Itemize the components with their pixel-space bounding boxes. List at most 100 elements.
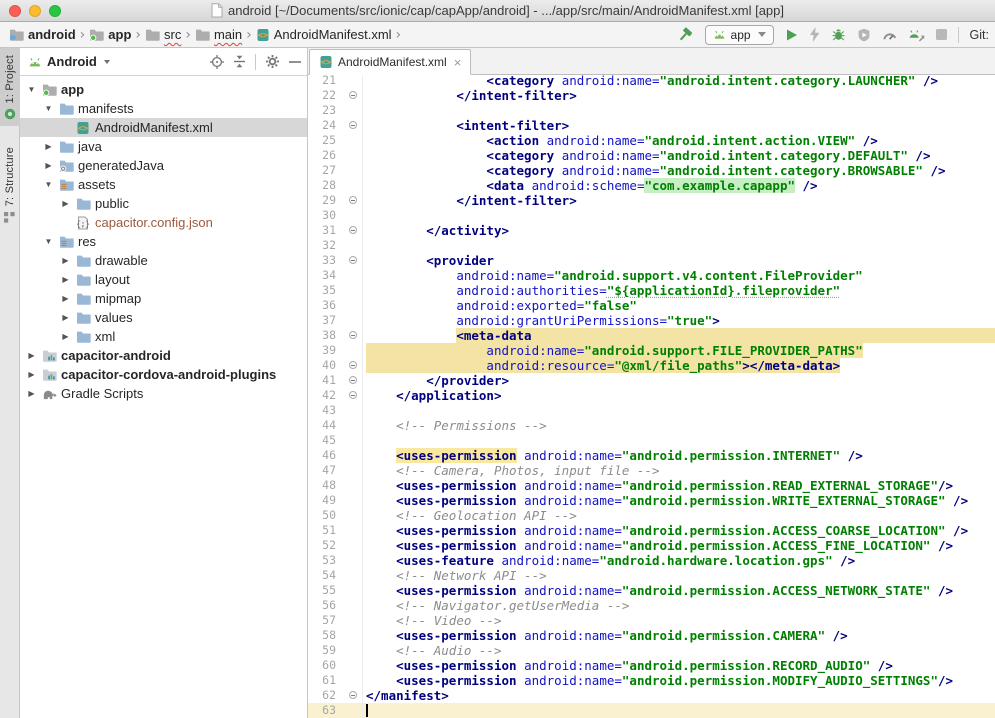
tree-item-mipmap[interactable]: ▶mipmap [20, 289, 307, 308]
code-line-32[interactable]: 32 [308, 238, 995, 253]
code-line-49[interactable]: 49 <uses-permission android:name="androi… [308, 493, 995, 508]
profiler-button[interactable] [882, 28, 897, 41]
code-line-53[interactable]: 53 <uses-feature android:name="android.h… [308, 553, 995, 568]
code-line-63[interactable]: 63 [308, 703, 995, 718]
tree-item-java[interactable]: ▶java [20, 137, 307, 156]
fold-marker-icon[interactable] [349, 691, 357, 699]
settings-gear-button[interactable] [265, 54, 280, 69]
zoom-window-button[interactable] [49, 5, 61, 17]
code-line-55[interactable]: 55 <uses-permission android:name="androi… [308, 583, 995, 598]
code-line-28[interactable]: 28 <data android:scheme="com.example.cap… [308, 178, 995, 193]
expand-arrow-icon[interactable]: ▶ [26, 389, 37, 398]
expand-arrow-icon[interactable]: ▶ [60, 199, 71, 208]
locate-file-button[interactable] [210, 55, 224, 69]
apply-changes-button[interactable] [809, 27, 820, 42]
expand-arrow-icon[interactable]: ▶ [43, 142, 54, 151]
project-view-selector[interactable]: Android [47, 54, 97, 69]
tree-item-drawable[interactable]: ▶drawable [20, 251, 307, 270]
fold-marker-icon[interactable] [349, 196, 357, 204]
breadcrumb-item-app[interactable]: app [86, 26, 134, 43]
tree-item-generatedjava[interactable]: ▶generatedJava [20, 156, 307, 175]
code-line-46[interactable]: 46 <uses-permission android:name="androi… [308, 448, 995, 463]
fold-marker-icon[interactable] [349, 91, 357, 99]
fold-marker-icon[interactable] [349, 121, 357, 129]
tree-item-layout[interactable]: ▶layout [20, 270, 307, 289]
expand-arrow-icon[interactable]: ▼ [43, 104, 54, 113]
tree-item-capacitor-android[interactable]: ▶capacitor-android [20, 346, 307, 365]
fold-marker-icon[interactable] [349, 391, 357, 399]
attach-debugger-button[interactable] [908, 28, 925, 42]
code-line-21[interactable]: 21 <category android:name="android.inten… [308, 75, 995, 88]
expand-arrow-icon[interactable]: ▶ [60, 275, 71, 284]
code-line-29[interactable]: 29 </intent-filter> [308, 193, 995, 208]
code-line-44[interactable]: 44 <!-- Permissions --> [308, 418, 995, 433]
breadcrumb-item-androidmanifest-xml[interactable]: <>AndroidManifest.xml [253, 26, 395, 43]
expand-arrow-icon[interactable]: ▶ [26, 370, 37, 379]
code-line-25[interactable]: 25 <action android:name="android.intent.… [308, 133, 995, 148]
code-line-34[interactable]: 34 android:name="android.support.v4.cont… [308, 268, 995, 283]
fold-marker-icon[interactable] [349, 331, 357, 339]
run-button[interactable] [785, 28, 798, 42]
expand-arrow-icon[interactable]: ▶ [60, 313, 71, 322]
tree-item-app[interactable]: ▼app [20, 80, 307, 99]
code-line-61[interactable]: 61 <uses-permission android:name="androi… [308, 673, 995, 688]
code-line-58[interactable]: 58 <uses-permission android:name="androi… [308, 628, 995, 643]
expand-arrow-icon[interactable]: ▼ [43, 180, 54, 189]
tree-item-manifests[interactable]: ▼manifests [20, 99, 307, 118]
expand-arrow-icon[interactable]: ▼ [26, 85, 37, 94]
code-line-31[interactable]: 31 </activity> [308, 223, 995, 238]
code-line-43[interactable]: 43 [308, 403, 995, 418]
code-line-22[interactable]: 22 </intent-filter> [308, 88, 995, 103]
code-line-30[interactable]: 30 [308, 208, 995, 223]
code-line-51[interactable]: 51 <uses-permission android:name="androi… [308, 523, 995, 538]
tree-item-capacitor-config-json[interactable]: {;}capacitor.config.json [20, 213, 307, 232]
expand-arrow-icon[interactable]: ▼ [43, 237, 54, 246]
tree-item-xml[interactable]: ▶xml [20, 327, 307, 346]
tree-item-androidmanifest-xml[interactable]: <>AndroidManifest.xml [20, 118, 307, 137]
code-line-42[interactable]: 42 </application> [308, 388, 995, 403]
code-line-33[interactable]: 33 <provider [308, 253, 995, 268]
code-line-52[interactable]: 52 <uses-permission android:name="androi… [308, 538, 995, 553]
code-line-37[interactable]: 37 android:grantUriPermissions="true"> [308, 313, 995, 328]
editor-tab-androidmanifest[interactable]: <> AndroidManifest.xml × [309, 49, 471, 75]
close-tab-icon[interactable]: × [452, 56, 462, 69]
code-line-45[interactable]: 45 [308, 433, 995, 448]
debug-button[interactable] [831, 27, 846, 42]
tool-window-button-project[interactable]: 1: Project [0, 48, 20, 126]
expand-arrow-icon[interactable]: ▶ [43, 161, 54, 170]
code-line-36[interactable]: 36 android:exported="false" [308, 298, 995, 313]
code-line-62[interactable]: 62</manifest> [308, 688, 995, 703]
code-line-39[interactable]: 39 android:name="android.support.FILE_PR… [308, 343, 995, 358]
breadcrumb-item-src[interactable]: src [142, 26, 184, 43]
code-line-40[interactable]: 40 android:resource="@xml/file_paths"></… [308, 358, 995, 373]
tree-item-capacitor-cordova-android-plugins[interactable]: ▶capacitor-cordova-android-plugins [20, 365, 307, 384]
tool-window-button-structure[interactable]: 7: Structure [0, 140, 20, 228]
tree-item-res[interactable]: ▼res [20, 232, 307, 251]
code-line-60[interactable]: 60 <uses-permission android:name="androi… [308, 658, 995, 673]
code-line-23[interactable]: 23 [308, 103, 995, 118]
expand-arrow-icon[interactable]: ▶ [60, 332, 71, 341]
tree-item-assets[interactable]: ▼assets [20, 175, 307, 194]
hide-panel-button[interactable] [289, 60, 301, 64]
code-line-59[interactable]: 59 <!-- Audio --> [308, 643, 995, 658]
breadcrumb-item-main[interactable]: main [192, 26, 245, 43]
breadcrumb-item-android[interactable]: android [6, 26, 79, 43]
code-line-56[interactable]: 56 <!-- Navigator.getUserMedia --> [308, 598, 995, 613]
code-line-57[interactable]: 57 <!-- Video --> [308, 613, 995, 628]
expand-arrow-icon[interactable]: ▶ [60, 256, 71, 265]
code-editor[interactable]: 21 <category android:name="android.inten… [308, 75, 995, 718]
expand-arrow-icon[interactable]: ▶ [26, 351, 37, 360]
build-hammer-button[interactable] [678, 27, 694, 43]
fold-marker-icon[interactable] [349, 376, 357, 384]
code-line-50[interactable]: 50 <!-- Geolocation API --> [308, 508, 995, 523]
run-with-coverage-button[interactable] [857, 28, 871, 42]
code-line-47[interactable]: 47 <!-- Camera, Photos, input file --> [308, 463, 995, 478]
fold-marker-icon[interactable] [349, 361, 357, 369]
code-line-24[interactable]: 24 <intent-filter> [308, 118, 995, 133]
fold-marker-icon[interactable] [349, 256, 357, 264]
code-line-35[interactable]: 35 android:authorities="${applicationId}… [308, 283, 995, 298]
expand-arrow-icon[interactable]: ▶ [60, 294, 71, 303]
run-config-selector[interactable]: app [705, 25, 774, 45]
code-line-26[interactable]: 26 <category android:name="android.inten… [308, 148, 995, 163]
minimize-window-button[interactable] [29, 5, 41, 17]
